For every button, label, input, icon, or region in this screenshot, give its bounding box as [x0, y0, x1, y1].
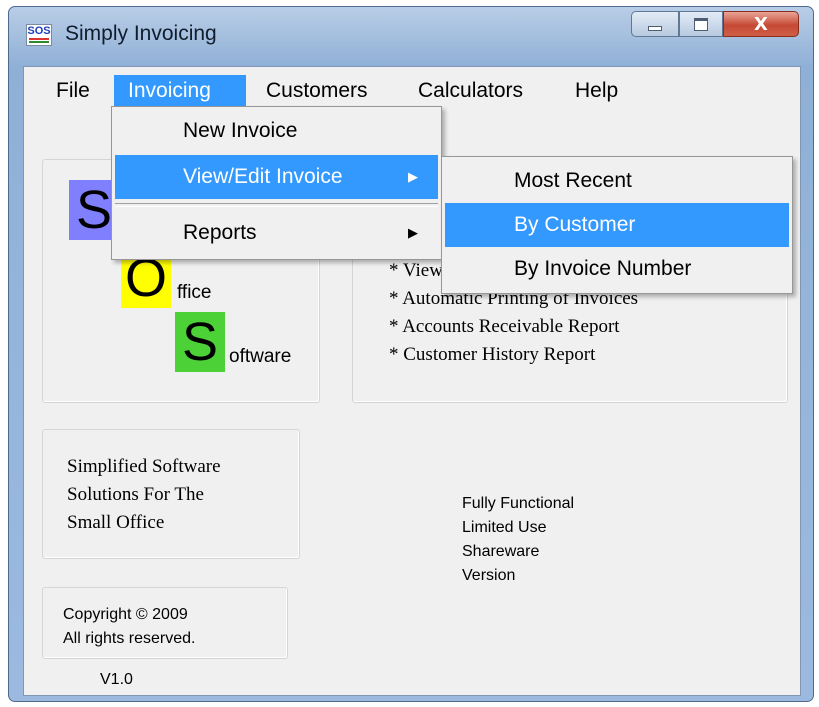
- submenu-arrow-icon: ▶: [408, 225, 418, 240]
- submenu-arrow-icon: ▶: [408, 169, 418, 184]
- copyright-group: Copyright © 2009 All rights reserved.: [42, 587, 288, 659]
- version-label: V1.0: [100, 671, 133, 688]
- menu-item-label: Most Recent: [514, 169, 632, 192]
- menu-item-by-invoice-number[interactable]: By Invoice Number: [445, 247, 789, 291]
- close-icon: X: [754, 13, 768, 35]
- app-icon[interactable]: SOS: [26, 24, 52, 46]
- menu-item-reports[interactable]: Reports ▶: [115, 211, 438, 255]
- menu-item-label: Reports: [183, 221, 257, 244]
- app-icon-label: SOS: [27, 25, 51, 37]
- menu-item-label: View/Edit Invoice: [183, 165, 343, 188]
- tagline-group: Simplified Software Solutions For The Sm…: [42, 429, 300, 559]
- menu-item-label: By Customer: [514, 213, 636, 236]
- minimize-button[interactable]: [631, 11, 679, 37]
- window-title: Simply Invoicing: [65, 22, 217, 45]
- invoicing-dropdown: New Invoice View/Edit Invoice ▶ Reports …: [111, 106, 442, 260]
- version-info-line-4: Version: [462, 567, 516, 584]
- menu-item-most-recent[interactable]: Most Recent: [445, 159, 789, 203]
- tagline-line-3: Small Office: [67, 512, 165, 533]
- close-button[interactable]: X: [723, 11, 799, 37]
- menu-item-view-edit-invoice[interactable]: View/Edit Invoice ▶: [115, 155, 438, 199]
- menu-help[interactable]: Help: [561, 75, 632, 107]
- logo-text-software: oftware: [229, 346, 292, 367]
- menu-item-new-invoice[interactable]: New Invoice: [115, 109, 438, 153]
- menu-customers[interactable]: Customers: [252, 75, 382, 107]
- minimize-icon: [648, 25, 662, 31]
- menu-invoicing[interactable]: Invoicing: [114, 75, 246, 107]
- caption-buttons: X: [631, 11, 807, 39]
- menu-calculators[interactable]: Calculators: [404, 75, 537, 107]
- menu-item-label: By Invoice Number: [514, 257, 692, 280]
- menu-separator: [115, 203, 438, 207]
- menu-item-by-customer[interactable]: By Customer: [445, 203, 789, 247]
- tagline-line-2: Solutions For The: [67, 484, 204, 505]
- version-info-line-1: Fully Functional: [462, 495, 575, 512]
- menu-bar: File Invoicing Customers Calculators Hel…: [24, 67, 800, 107]
- copyright-line-1: Copyright © 2009: [63, 606, 188, 623]
- version-info-line-3: Shareware: [462, 543, 540, 560]
- logo-text-office: ffice: [177, 282, 212, 303]
- copyright-line-2: All rights reserved.: [63, 630, 196, 647]
- maximize-button[interactable]: [679, 11, 723, 37]
- feature-line-4: * Customer History Report: [389, 344, 596, 365]
- logo-letter-s2: S: [175, 312, 225, 372]
- feature-line-3: * Accounts Receivable Report: [389, 316, 620, 337]
- tagline-line-1: Simplified Software: [67, 456, 221, 477]
- maximize-icon: [694, 17, 708, 31]
- menu-item-label: New Invoice: [183, 119, 298, 142]
- version-info-line-2: Limited Use: [462, 519, 547, 536]
- menu-file[interactable]: File: [42, 75, 104, 107]
- title-bar[interactable]: SOS Simply Invoicing X: [9, 7, 813, 67]
- view-edit-submenu: Most Recent By Customer By Invoice Numbe…: [441, 156, 793, 294]
